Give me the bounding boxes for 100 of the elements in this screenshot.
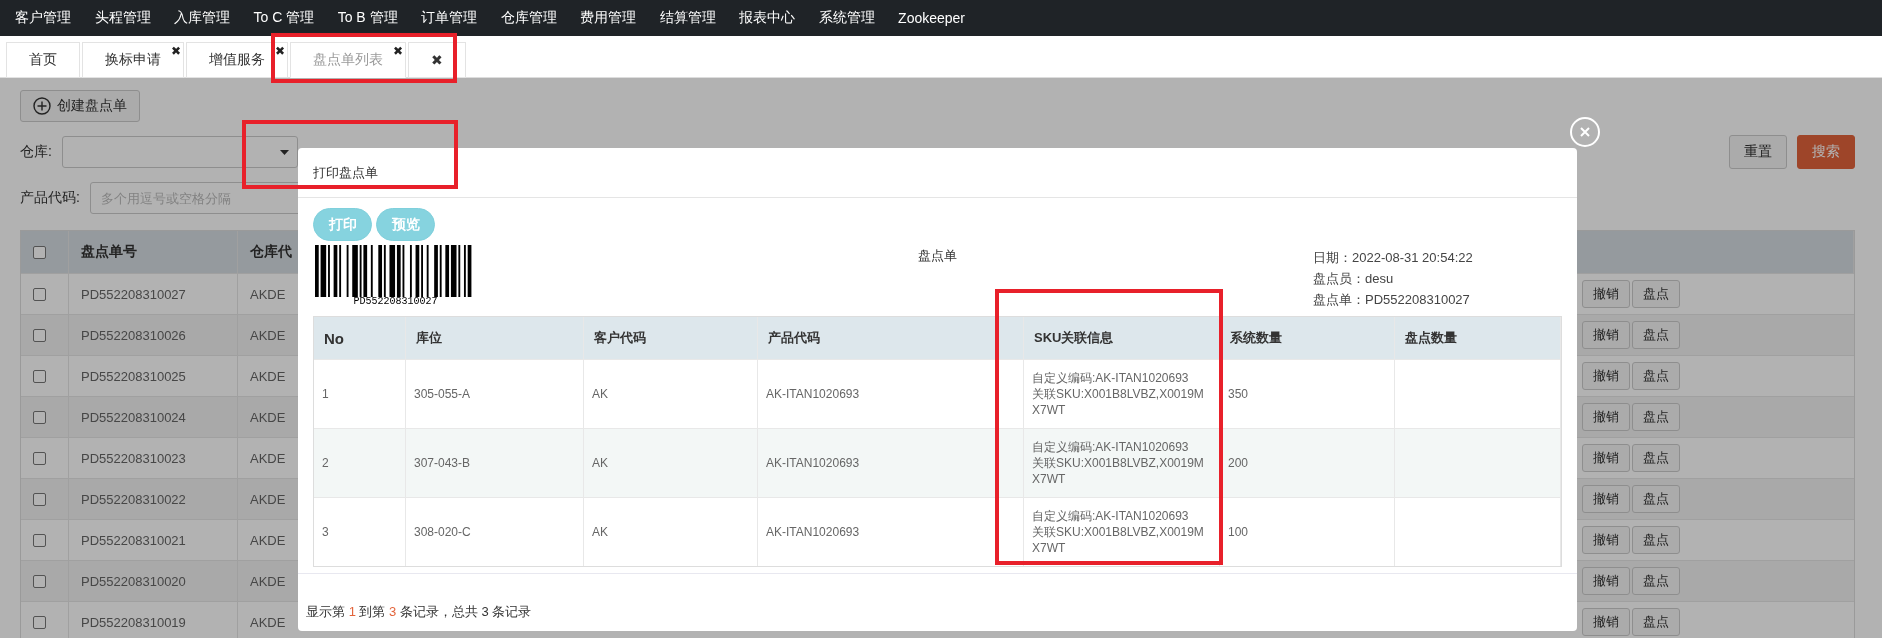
close-button[interactable] xyxy=(1570,117,1600,147)
table-cell: PD552208310025 xyxy=(81,368,186,384)
barcode-number: PD552208310027 xyxy=(353,297,438,307)
table-cell: 200 xyxy=(1228,456,1249,470)
nav-item[interactable]: Zookeeper xyxy=(886,10,978,26)
action-button[interactable]: 盘点 xyxy=(1632,485,1680,513)
nav-item[interactable]: 仓库管理 xyxy=(488,9,569,27)
close-icon[interactable]: ✖ xyxy=(392,45,403,57)
table-cell: AK-ITAN1020693 xyxy=(766,525,860,539)
table-cell: AK-ITAN1020693 xyxy=(766,387,860,401)
warehouse-select[interactable] xyxy=(61,136,298,168)
table-cell: AK xyxy=(592,525,608,539)
info-line: 盘点单：PD552208310027 xyxy=(1313,291,1471,309)
action-button[interactable]: 盘点 xyxy=(1632,280,1680,308)
table-cell: AKDE xyxy=(250,327,286,343)
checkbox[interactable] xyxy=(33,615,46,629)
table-cell: 1 xyxy=(322,387,329,401)
table-cell: 100 xyxy=(1228,525,1249,539)
table-cell: PD552208310024 xyxy=(81,409,186,425)
table-cell: AKDE xyxy=(250,286,286,302)
nav-item[interactable]: 客户管理 xyxy=(3,9,83,27)
field-label: 产品代码: xyxy=(20,189,80,207)
action-button[interactable]: 撤销 xyxy=(1582,526,1630,554)
table-cell: 307-043-B xyxy=(414,456,471,470)
column-header: No xyxy=(324,329,344,347)
action-button[interactable]: 盘点 xyxy=(1632,362,1680,390)
table-cell-text: 自定义编码:AK-ITAN1020693 xyxy=(1032,439,1190,455)
table-cell: PD552208310027 xyxy=(81,286,186,302)
action-button[interactable]: 盘点 xyxy=(1632,608,1680,636)
checkbox[interactable] xyxy=(33,410,46,424)
nav-item[interactable]: 订单管理 xyxy=(409,9,490,27)
table-cell: AKDE xyxy=(250,491,286,507)
checkbox[interactable] xyxy=(33,328,46,342)
checkbox[interactable] xyxy=(33,287,46,301)
table-cell: PD552208310019 xyxy=(81,614,186,630)
table-cell: PD552208310022 xyxy=(81,491,186,507)
action-button[interactable]: 撤销 xyxy=(1582,485,1630,513)
table-cell: AKDE xyxy=(250,532,286,548)
table-cell: 308-020-C xyxy=(414,525,471,539)
checkbox[interactable] xyxy=(33,369,46,383)
tab[interactable]: ✖ xyxy=(408,42,466,78)
action-button[interactable]: 盘点 xyxy=(1632,321,1680,349)
table-cell: AKDE xyxy=(250,368,286,384)
nav-item[interactable]: 费用管理 xyxy=(568,9,649,27)
table-cell-text: 关联SKU:X001B8LVBZ,X0019MX7WT xyxy=(1032,455,1205,487)
table-cell: AK-ITAN1020693 xyxy=(766,456,860,470)
nav-item[interactable]: To B 管理 xyxy=(325,9,410,27)
nav-item[interactable]: 入库管理 xyxy=(162,9,242,27)
plus-circle-icon xyxy=(33,97,51,115)
table-cell: AKDE xyxy=(250,450,286,466)
document-title: 盘点单 xyxy=(918,247,957,265)
action-button[interactable]: 撤销 xyxy=(1582,608,1630,636)
tab[interactable]: 首页 xyxy=(6,42,80,78)
action-button[interactable]: 盘点 xyxy=(1632,526,1680,554)
nav-item[interactable]: 系统管理 xyxy=(806,9,887,27)
table-cell: AK xyxy=(592,456,608,470)
action-button[interactable]: 撤销 xyxy=(1582,321,1630,349)
reset-button[interactable]: 重置 xyxy=(1729,135,1787,169)
action-button[interactable]: 撤销 xyxy=(1582,444,1630,472)
table-cell: AKDE xyxy=(250,573,286,589)
table-cell: AK xyxy=(592,387,608,401)
action-button[interactable]: 撤销 xyxy=(1582,362,1630,390)
action-button[interactable]: 盘点 xyxy=(1632,444,1680,472)
table-cell: AKDE xyxy=(250,409,286,425)
checkbox[interactable] xyxy=(33,574,46,588)
column-header: 盘点数量 xyxy=(1405,329,1457,347)
column-header: SKU关联信息 xyxy=(1034,329,1114,347)
table-cell: 3 xyxy=(322,525,329,539)
column-header: 盘点单号 xyxy=(81,243,137,261)
create-button[interactable]: 创建盘点单 xyxy=(20,90,140,122)
pagination-info: 显示第 1 到第 3 条记录，总共 3 条记录 xyxy=(306,604,532,619)
caret-icon xyxy=(279,149,289,155)
close-icon xyxy=(1580,127,1590,137)
column-header: 仓库代 xyxy=(250,243,292,261)
action-button[interactable]: 撤销 xyxy=(1582,280,1630,308)
nav-item[interactable]: 结算管理 xyxy=(647,9,728,27)
nav-item[interactable]: 头程管理 xyxy=(82,9,163,27)
close-icon[interactable]: ✖ xyxy=(274,45,285,57)
tab[interactable]: 换标申请 ✖ xyxy=(82,42,184,78)
table-cell: PD552208310023 xyxy=(81,450,186,466)
nav-item[interactable]: 报表中心 xyxy=(727,9,808,27)
table-cell: PD552208310026 xyxy=(81,327,186,343)
checkbox[interactable] xyxy=(33,533,46,547)
table-cell: PD552208310021 xyxy=(81,532,186,548)
checkbox[interactable] xyxy=(33,492,46,506)
column-header: 产品代码 xyxy=(768,329,820,347)
info-line: 日期：2022-08-31 20:54:22 xyxy=(1313,249,1474,267)
action-button[interactable]: 盘点 xyxy=(1632,567,1680,595)
action-button[interactable]: 盘点 xyxy=(1632,403,1680,431)
action-button[interactable]: 撤销 xyxy=(1582,567,1630,595)
checkbox[interactable] xyxy=(33,451,46,465)
column-header: 库位 xyxy=(416,329,442,347)
nav-item[interactable]: To C 管理 xyxy=(241,9,327,27)
table-cell-text: 关联SKU:X001B8LVBZ,X0019MX7WT xyxy=(1032,386,1205,418)
action-button[interactable]: 撤销 xyxy=(1582,403,1630,431)
tab[interactable]: 盘点单列表 ✖ xyxy=(290,42,406,78)
checkbox[interactable] xyxy=(33,245,46,259)
tab[interactable]: 增值服务 ✖ xyxy=(186,42,288,78)
close-icon[interactable]: ✖ xyxy=(170,45,181,57)
table-cell: AKDE xyxy=(250,614,286,630)
